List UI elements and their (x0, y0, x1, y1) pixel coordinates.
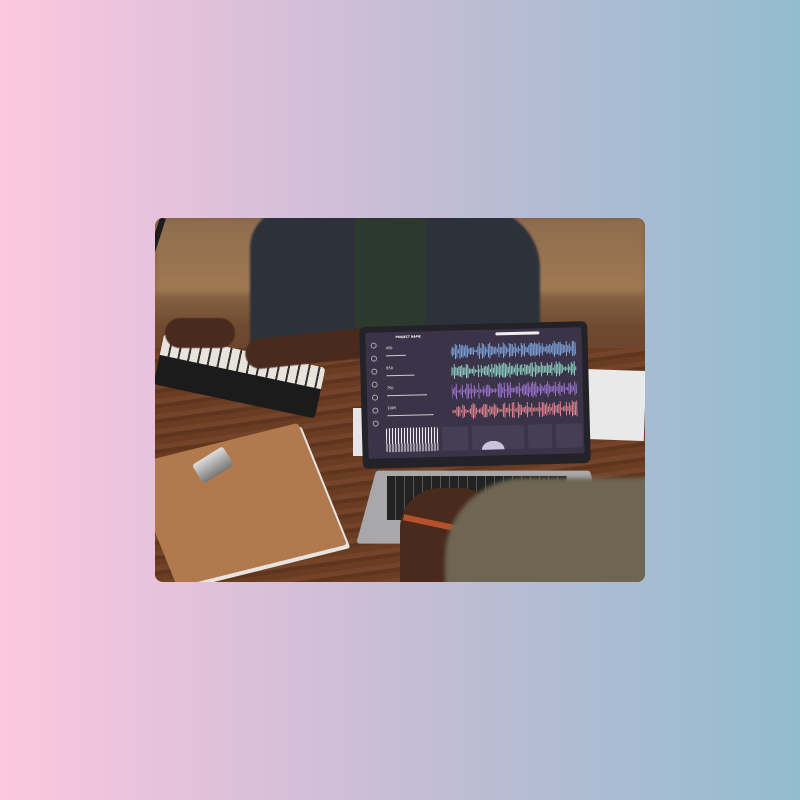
control-row: 1005 (387, 405, 448, 427)
waveform-teal (451, 361, 577, 379)
gauge-panel (441, 426, 469, 451)
left-hand (165, 318, 235, 348)
scatter-panel (527, 423, 553, 449)
bar-histogram (385, 426, 439, 453)
control-value: 750 (386, 386, 394, 391)
control-value: 850 (386, 366, 394, 371)
gauge-panel (555, 423, 583, 448)
area-chart-panel (471, 424, 525, 451)
laptop: PROJECT NAME 450 850 750 1005 (359, 321, 591, 469)
waveform-pink (452, 400, 578, 420)
sidebar-icons (370, 342, 382, 432)
green-shirt (355, 218, 425, 328)
laptop-screen: PROJECT NAME 450 850 750 1005 (365, 327, 585, 459)
waveform-purple (451, 381, 577, 400)
paper-sheet (583, 368, 645, 442)
waveform-blue (450, 340, 576, 360)
control-row: 750 (387, 385, 448, 407)
photo: PROJECT NAME 450 850 750 1005 (155, 218, 645, 582)
project-title: PROJECT NAME (395, 334, 421, 340)
control-row: 450 (386, 345, 447, 367)
search-bar (495, 331, 540, 336)
control-value: 450 (385, 346, 393, 351)
control-value: 1005 (387, 406, 397, 411)
control-row: 850 (386, 365, 447, 387)
